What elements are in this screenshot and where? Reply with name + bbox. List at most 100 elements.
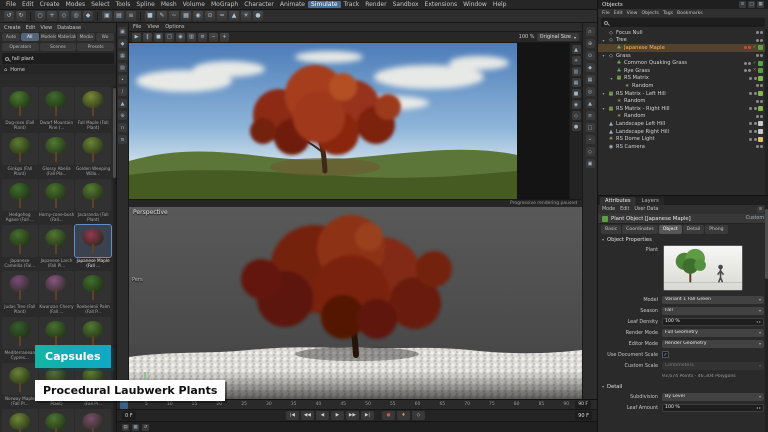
tag-icon[interactable]	[758, 61, 763, 66]
at-menu-user-data[interactable]: User Data	[634, 207, 658, 212]
rendered-image[interactable]	[129, 43, 517, 199]
filter-scenes[interactable]: Scenes	[40, 43, 77, 51]
filter-models[interactable]: Models	[40, 33, 58, 41]
visibility-dot[interactable]	[754, 92, 757, 95]
visibility-dot[interactable]	[748, 62, 751, 65]
attr-tab-phong[interactable]: Phong	[705, 225, 727, 234]
visibility-dot[interactable]	[760, 39, 763, 42]
asset-item[interactable]: Golden Weeping Willo...	[75, 133, 111, 178]
tag-icon[interactable]	[758, 91, 763, 96]
filter-materials[interactable]: Materials	[58, 33, 76, 41]
asset-item[interactable]: Mediterranean Cypres...	[2, 317, 38, 362]
tab-layers[interactable]: Layers	[637, 197, 664, 205]
viewport-label[interactable]: Perspective	[133, 209, 168, 216]
channels-icon[interactable]: ▦	[572, 78, 581, 87]
model-dropdown[interactable]: Variant 1 Fall Green▾	[662, 296, 764, 304]
grid-icon[interactable]: ▦	[586, 75, 595, 84]
menu-tools[interactable]: Tools	[113, 1, 134, 8]
visibility-dot[interactable]	[760, 115, 763, 118]
quantize-icon[interactable]: ⊙	[586, 51, 595, 60]
asset-item[interactable]: Jacaranda (Fall Plant)	[75, 179, 111, 224]
texture-mode-icon[interactable]: ▦	[118, 51, 127, 60]
play-button[interactable]: ▶	[331, 411, 344, 420]
visibility-dot[interactable]	[756, 115, 759, 118]
snapping-icon[interactable]: ∩	[586, 27, 595, 36]
at-menu-edit[interactable]: Edit	[620, 207, 629, 212]
asset-item[interactable]: Horny-cone-bush (Fall...	[39, 179, 75, 224]
expand-arrow-icon[interactable]: ▾	[609, 76, 614, 81]
asset-item[interactable]: Norway Maple (Fall Pl...	[2, 363, 38, 408]
filter-operators[interactable]: Operators	[2, 43, 39, 51]
autokey-button[interactable]: ♦	[397, 411, 410, 420]
tag-icon[interactable]	[758, 68, 763, 73]
snapshot-icon[interactable]: ◉	[176, 33, 185, 42]
keyframe-button[interactable]: ◇	[412, 411, 425, 420]
visibility-dot[interactable]	[744, 46, 747, 49]
options-icon[interactable]: ≡	[586, 111, 595, 120]
move-tool-icon[interactable]: +	[47, 11, 57, 21]
histogram-icon[interactable]: ▥	[572, 67, 581, 76]
visibility-dot[interactable]	[748, 46, 751, 49]
visibility-dot[interactable]	[756, 84, 759, 87]
menu-track[interactable]: Track	[341, 1, 363, 8]
attr-tab-coordinates[interactable]: Coordinates	[622, 225, 658, 234]
op-menu-view[interactable]: View	[627, 11, 638, 16]
region-render-icon[interactable]: □	[165, 33, 174, 42]
object-row[interactable]: ∗Random	[598, 97, 765, 105]
op-menu-tags[interactable]: Tags	[663, 11, 673, 16]
visibility-dot[interactable]	[748, 69, 751, 72]
menu-animate[interactable]: Animate	[277, 1, 308, 8]
end-frame-field[interactable]: 90 F	[575, 401, 591, 409]
points-mode-icon[interactable]: ∙	[118, 75, 127, 84]
object-row[interactable]: ∗Random	[598, 82, 765, 90]
ab-menu-create[interactable]: Create	[4, 25, 21, 31]
light-icon[interactable]: ☀	[241, 11, 251, 21]
filter-media[interactable]: Media	[77, 33, 95, 41]
visibility-dot[interactable]	[749, 107, 752, 110]
visibility-dot[interactable]	[760, 145, 763, 148]
render-to-picture-icon[interactable]: ▤	[114, 11, 124, 21]
menu-extensions[interactable]: Extensions	[422, 1, 461, 8]
volume-icon[interactable]: ◉	[193, 11, 203, 21]
menu-window[interactable]: Window	[460, 1, 490, 8]
spinner-left-icon[interactable]: ◂	[756, 405, 758, 410]
edges-mode-icon[interactable]: /	[118, 87, 127, 96]
asset-item[interactable]: Japanese Larch (Fall Pl...	[39, 225, 75, 270]
object-row[interactable]: ▾▦RS Matrix	[598, 75, 765, 83]
asset-item[interactable]: Ginkgo (Fall Plant)	[2, 133, 38, 178]
object-row[interactable]: ▲Landscape Left Hill	[598, 120, 765, 128]
expand-arrow-icon[interactable]: ▾	[601, 106, 606, 111]
modeling-settings-icon[interactable]: ◆	[586, 63, 595, 72]
asset-item[interactable]: Japanese Maple (Fall ...	[75, 225, 111, 270]
asset-item[interactable]: Fall Maple (Fall Plant)	[75, 87, 111, 132]
visibility-dot[interactable]	[754, 77, 757, 80]
tag-icon[interactable]	[758, 137, 763, 142]
enabled-check-icon[interactable]: ✓	[753, 45, 757, 50]
asset-item[interactable]: Hedgehog Agave (Fall ...	[2, 179, 38, 224]
asset-item[interactable]: Red Alder (Fall Plant)	[39, 409, 75, 432]
visibility-dot[interactable]	[760, 100, 763, 103]
visibility-dot[interactable]	[744, 69, 747, 72]
object-row[interactable]: ▲Landscape Right Hill	[598, 128, 765, 136]
history-icon[interactable]: ↺	[142, 424, 149, 431]
menu-mesh[interactable]: Mesh	[158, 1, 180, 8]
op-menu-bookmarks[interactable]: Bookmarks	[677, 11, 703, 16]
rv-menu-options[interactable]: Options	[165, 24, 184, 30]
attr-tab-detail[interactable]: Detail	[683, 225, 705, 234]
progressive-icon[interactable]: ◉	[572, 100, 581, 109]
lock-icon[interactable]: ≡	[757, 206, 764, 213]
menu-edit[interactable]: Edit	[19, 1, 37, 8]
frame-icon[interactable]: □	[586, 123, 595, 132]
menu-volume[interactable]: Volume	[180, 1, 208, 8]
disabled-x-icon[interactable]: ✕	[753, 68, 757, 73]
object-row[interactable]: ♣Japanese Maple✓	[598, 44, 765, 52]
filter-auto[interactable]: Auto	[2, 33, 20, 41]
op-menu-edit[interactable]: Edit	[614, 11, 623, 16]
object-row[interactable]: ▾▦RS Matrix - Right Hill	[598, 105, 765, 113]
subdivision-surface-icon[interactable]: ▦	[181, 11, 191, 21]
menu-spline[interactable]: Spline	[133, 1, 157, 8]
rotate-tool-icon[interactable]: ◎	[71, 11, 81, 21]
asset-item[interactable]: Kwanzan Cherry (Fall ...	[39, 271, 75, 316]
asset-item[interactable]: Dwarf Mountain Pine (...	[39, 87, 75, 132]
breadcrumb[interactable]: ⌂ Home	[0, 65, 116, 74]
